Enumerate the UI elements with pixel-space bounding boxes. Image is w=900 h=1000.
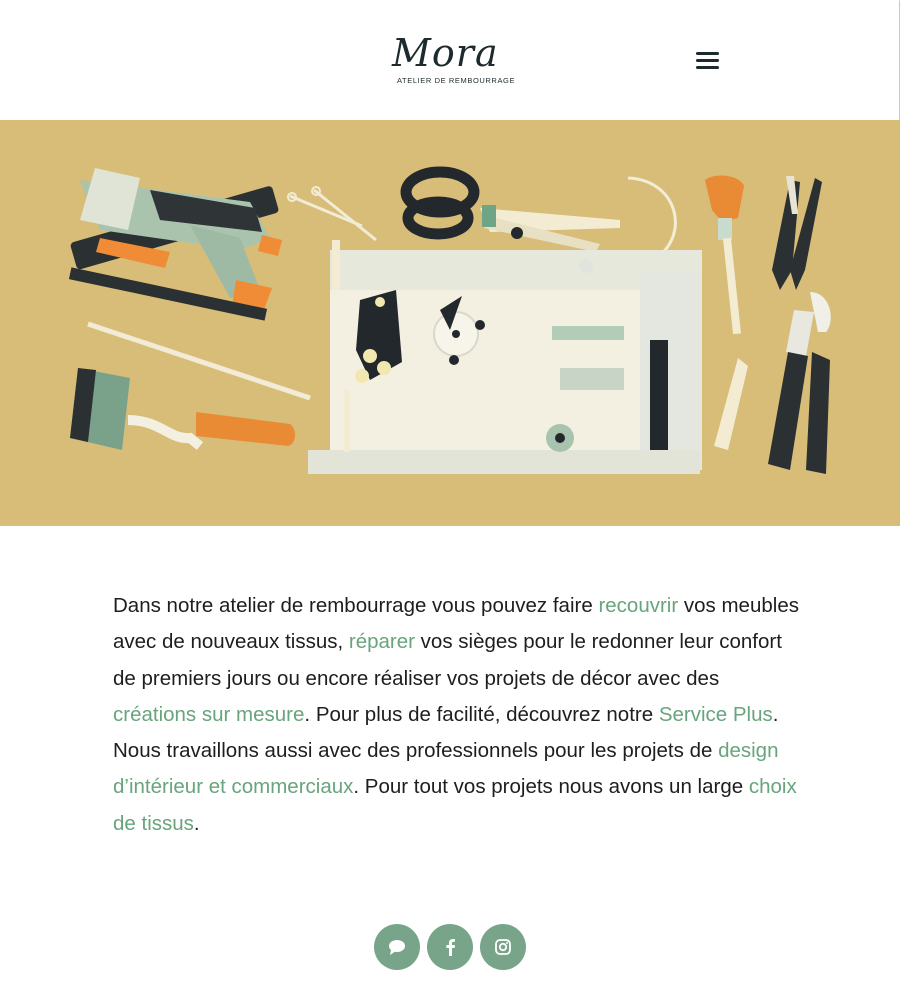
site-header: Mora ATELIER DE REMBOURRAGE [0,0,900,120]
link-creations-sur-mesure[interactable]: créations sur mesure [113,703,304,726]
intro-paragraph: Dans notre atelier de rembourrage vous p… [113,588,803,842]
mallet-illustration [705,175,744,335]
chat-button[interactable] [374,924,420,970]
thread-snips-illustration [772,176,822,290]
facebook-icon [446,939,455,956]
hamburger-menu-icon[interactable] [693,48,723,74]
link-recouvrir[interactable]: recouvrir [598,594,678,617]
curved-needle-illustration [627,176,677,264]
intro-text-1: Dans notre atelier de rembourrage vous p… [113,594,599,617]
logo-subtitle: ATELIER DE REMBOURRAGE [397,76,516,85]
chat-bubble-icon [389,940,405,955]
staple-gun-illustration [68,168,282,321]
needles-illustration [287,186,377,242]
chalk-illustration [714,358,748,450]
social-buttons [374,924,526,970]
logo-wordmark: Mora [392,31,499,75]
intro-text-7: . [193,811,200,835]
link-reparer[interactable]: réparer [349,630,415,653]
pliers-illustration [768,292,831,474]
intro-text-6: . Pour tout vos projets nous avons un la… [353,775,749,799]
intro-text-4: . Pour plus de facilité, découvrez notre [304,702,659,726]
scissors-illustration [400,166,620,252]
sewing-machine-illustration [308,240,702,474]
instagram-button[interactable] [480,924,526,970]
facebook-button[interactable] [427,924,473,970]
tools-illustration [68,166,831,474]
link-service-plus[interactable]: Service Plus [659,703,773,726]
instagram-icon [495,939,511,955]
hero-illustration [0,120,900,526]
logo-link[interactable]: Mora ATELIER DE REMBOURRAGE [380,30,520,90]
